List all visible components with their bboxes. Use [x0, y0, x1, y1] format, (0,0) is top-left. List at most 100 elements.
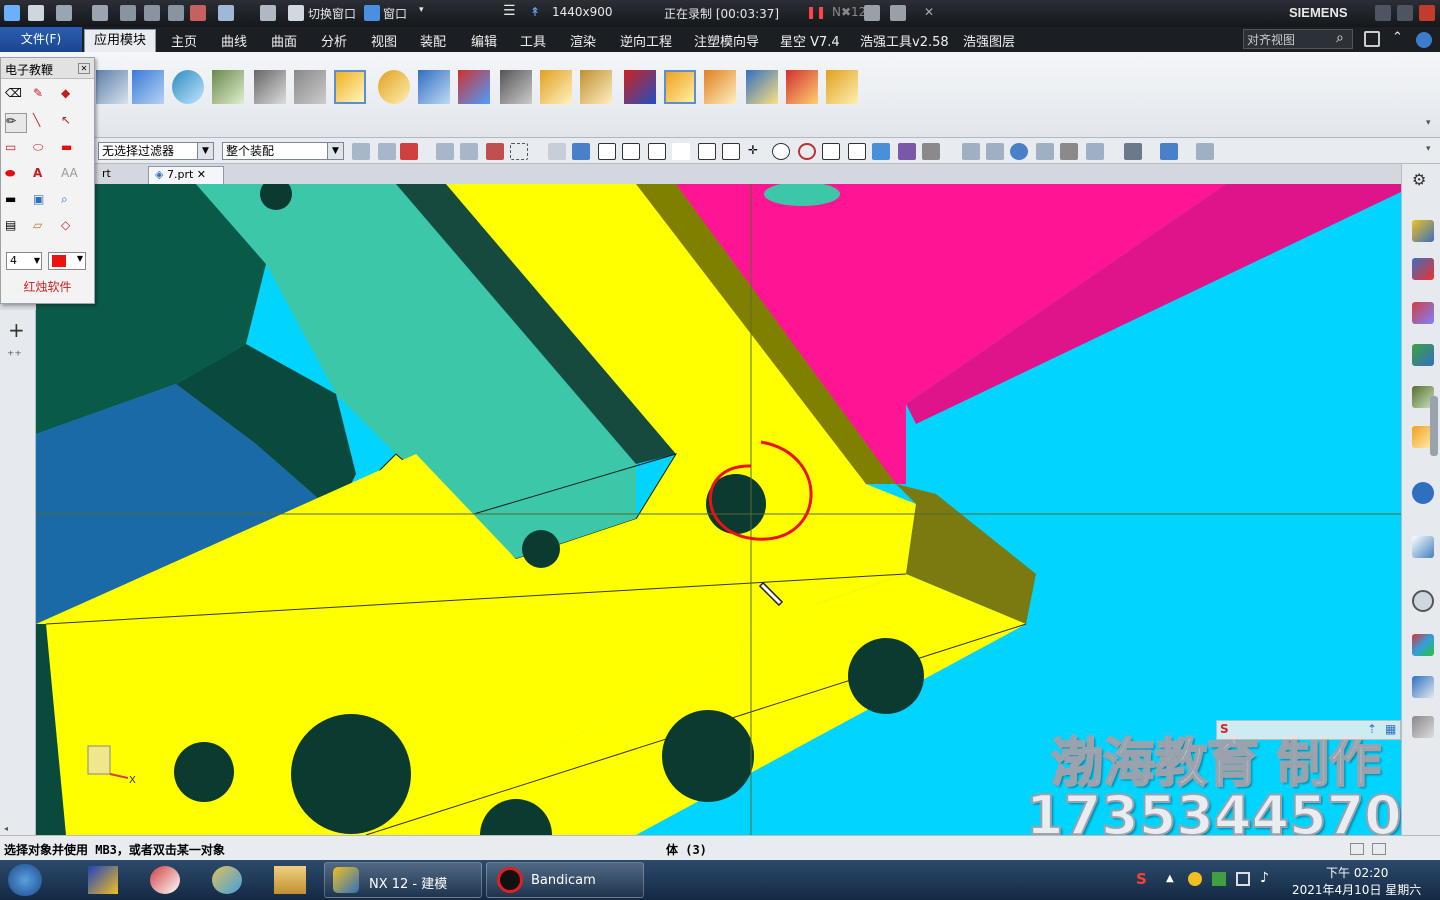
rectangle-select-icon[interactable] — [510, 143, 528, 160]
fit-view-icon[interactable] — [962, 143, 980, 160]
window-menu[interactable]: 窗口 — [383, 5, 407, 22]
snap-wave-icon[interactable] — [722, 143, 740, 160]
snap-end-icon[interactable] — [460, 143, 478, 160]
gear-icon[interactable] — [378, 70, 410, 104]
save-icon[interactable] — [28, 5, 44, 21]
conveyor-icon[interactable] — [254, 70, 286, 104]
scope-select[interactable]: 整个装配 ▼ — [222, 142, 344, 160]
toolbar-expand-icon[interactable]: ▾ — [1426, 144, 1431, 154]
font-size-icon[interactable]: AA — [61, 166, 83, 186]
layer-stack-icon[interactable] — [132, 70, 164, 104]
network-icon[interactable] — [1236, 872, 1250, 886]
add-selection-icon[interactable] — [400, 143, 418, 160]
perspective-icon[interactable] — [1060, 143, 1078, 160]
snap-tangent-icon[interactable] — [648, 143, 666, 160]
measure-icon[interactable] — [212, 70, 244, 104]
mold-base-icon[interactable] — [704, 70, 736, 104]
close-icon[interactable]: ✕ — [78, 63, 90, 74]
undo-icon[interactable] — [56, 5, 72, 21]
chevron-down-icon[interactable]: ▾ — [419, 5, 424, 15]
history-icon[interactable] — [1412, 590, 1434, 612]
rectangle-tool-icon[interactable]: ▭ — [5, 140, 27, 160]
close-recorder-icon[interactable]: ✕ — [924, 5, 934, 19]
filter-icon[interactable] — [352, 143, 370, 160]
highlighter-icon[interactable]: ◆ — [61, 86, 83, 106]
tray-expand-icon[interactable]: ▲ — [1166, 873, 1174, 884]
tools-icon[interactable] — [1412, 716, 1434, 738]
snap-curve-icon[interactable] — [672, 143, 690, 160]
tab-mold-wizard[interactable]: 注塑模向导 — [694, 31, 759, 50]
chevron-down-icon[interactable]: ▼ — [327, 143, 343, 159]
stop-recording-icon[interactable]: N✖12 — [832, 5, 866, 19]
snap-point-icon[interactable] — [436, 143, 454, 160]
switch-window-icon[interactable] — [288, 5, 304, 21]
volume-icon[interactable]: ♪ — [1260, 870, 1269, 886]
tab-xingkong[interactable]: 星空 V7.4 — [780, 31, 840, 50]
snap-cross-icon[interactable]: ✛ — [748, 143, 766, 160]
snap-pattern-icon[interactable] — [898, 143, 916, 160]
pause-recording-icon[interactable]: ❚❚ — [806, 5, 826, 19]
minimize-icon[interactable] — [1375, 5, 1391, 21]
background-icon[interactable] — [1160, 143, 1178, 160]
close-icon[interactable] — [1419, 5, 1435, 21]
pin-icon[interactable]: ↟ — [530, 5, 540, 19]
ime-toolbar[interactable]: S ⇡ ▦ — [1216, 720, 1401, 740]
shaded-icon[interactable] — [572, 143, 590, 160]
hole[interactable] — [662, 710, 754, 802]
snap-spline-icon[interactable] — [698, 143, 716, 160]
menu-lines-icon[interactable]: ☰ — [503, 3, 516, 19]
color-select[interactable]: ▼ — [48, 252, 86, 270]
select-feature-icon[interactable] — [378, 143, 396, 160]
ribbon-collapse-icon[interactable]: ⌃ — [1392, 30, 1403, 45]
mold-plate-icon[interactable] — [664, 70, 696, 104]
line-width-select[interactable]: 4 ▼ — [6, 252, 42, 270]
security-shield-icon[interactable] — [1212, 872, 1226, 886]
window-menu-icon[interactable] — [364, 5, 380, 21]
standard-part-icon[interactable] — [786, 70, 818, 104]
hole[interactable] — [291, 714, 411, 834]
hole[interactable] — [174, 742, 234, 802]
status-toggle-icon[interactable] — [1350, 843, 1364, 855]
type-filter-select[interactable]: 无选择过滤器 ▼ — [98, 142, 214, 160]
weld-icon[interactable] — [540, 70, 572, 104]
gear-icon[interactable]: ⚙ — [1412, 170, 1434, 192]
repeat-command-icon[interactable] — [190, 5, 206, 21]
view-solid-icon[interactable] — [548, 143, 566, 160]
redo-icon[interactable] — [92, 5, 108, 21]
zoom-view-icon[interactable] — [986, 143, 1004, 160]
camera-icon[interactable] — [864, 5, 880, 21]
nx-app-icon[interactable] — [4, 5, 20, 21]
tools-app-icon[interactable] — [150, 866, 180, 894]
part-navigator-icon[interactable] — [1412, 302, 1434, 324]
window-icon[interactable] — [260, 5, 276, 21]
open-folder-icon[interactable]: ▱ — [33, 218, 55, 238]
ellipse-tool-icon[interactable]: ⬭ — [33, 140, 55, 160]
chevron-down-icon[interactable]: ▼ — [77, 254, 83, 263]
switch-window-button[interactable]: 切换窗口 — [308, 5, 356, 22]
hole[interactable] — [522, 530, 560, 568]
crosshair-icon[interactable]: + — [8, 318, 25, 342]
filled-ellipse-icon[interactable]: ⬬ — [5, 166, 27, 186]
assembly-navigator-icon[interactable] — [1412, 220, 1434, 242]
constraint-navigator-icon[interactable] — [1412, 258, 1434, 280]
tab-applications[interactable]: 应用模块 — [84, 29, 156, 52]
brush-app-icon[interactable] — [88, 866, 118, 894]
tray-app-icon[interactable] — [1188, 872, 1202, 886]
insert-arrow-icon[interactable] — [624, 70, 656, 104]
grid-icon[interactable]: ▦ — [1385, 722, 1396, 736]
snap-diagonal-icon[interactable] — [848, 143, 866, 160]
tab-home[interactable]: 主页 — [171, 31, 197, 50]
graphics-window[interactable]: X 渤海教育 制作 17353445706 S ⇡ ▦ — [36, 184, 1401, 835]
section-view-icon[interactable] — [1196, 143, 1214, 160]
tab-curve[interactable]: 曲线 — [221, 31, 247, 50]
line-tool-icon[interactable]: ╲ — [33, 113, 55, 133]
close-tab-icon[interactable]: ✕ — [197, 168, 206, 181]
line-weight-icon[interactable]: ▬ — [5, 192, 27, 212]
tab-edit[interactable]: 编辑 — [471, 31, 497, 50]
screenshot-icon[interactable]: ▣ — [33, 192, 55, 212]
save-icon[interactable]: ▤ — [5, 218, 27, 238]
snap-center-icon[interactable] — [486, 143, 504, 160]
rotate-view-icon[interactable] — [1010, 143, 1028, 160]
ejector-icon[interactable] — [746, 70, 778, 104]
filled-rectangle-icon[interactable]: ▬ — [61, 140, 83, 160]
